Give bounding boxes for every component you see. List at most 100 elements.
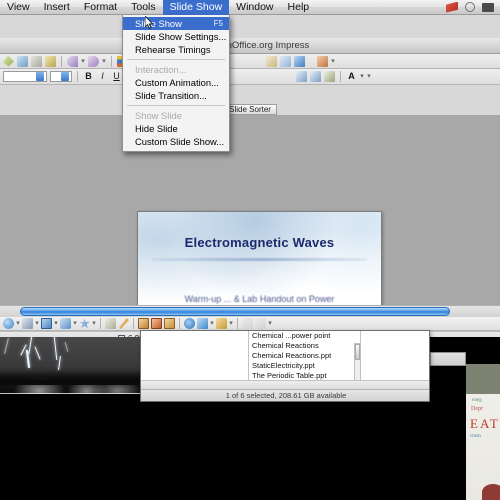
menu-bar[interactable]: View Insert Format Tools Slide Show Wind… (0, 0, 500, 15)
font-color-dropdown-icon[interactable]: ▾ (360, 71, 364, 82)
menu-item-show-slide: Show Slide (123, 109, 229, 122)
redo-icon[interactable] (88, 55, 99, 67)
standard-toolbar[interactable]: ▾ ▾ ▾ (0, 54, 500, 69)
airport-icon[interactable] (446, 1, 458, 13)
display-icon[interactable] (482, 2, 494, 12)
position-icon (118, 334, 125, 337)
increase-indent-icon[interactable] (296, 71, 307, 82)
insert-chart-icon[interactable] (164, 318, 175, 329)
slide-canvas[interactable]: Electromagnetic Waves Warm-up ... & Lab … (0, 115, 500, 337)
rotate-icon[interactable] (105, 318, 116, 329)
slide-show-menu[interactable]: Slide Show F5 Slide Show Settings... Reh… (122, 15, 230, 152)
callout-icon[interactable] (60, 318, 71, 329)
background-window-edge (430, 352, 466, 366)
pen-icon[interactable] (119, 318, 129, 329)
chevron-down-icon[interactable]: ▾ (54, 318, 58, 329)
toolbar-overflow-icon[interactable]: ▾ (331, 56, 335, 67)
slide-title-text[interactable]: Electromagnetic Waves (138, 235, 381, 250)
font-name-combo[interactable] (3, 71, 47, 82)
chevron-down-icon[interactable]: ▾ (210, 318, 214, 329)
menu-help[interactable]: Help (281, 0, 317, 15)
chevron-down-icon[interactable]: ▾ (229, 318, 233, 329)
menu-separator (127, 59, 225, 60)
helplines-icon[interactable] (280, 55, 291, 67)
finder-file-list[interactable]: Chemical ...power point Chemical Reactio… (249, 331, 360, 381)
underline-button[interactable]: U (111, 71, 122, 82)
chevron-down-icon[interactable] (36, 72, 44, 81)
line-spacing-icon[interactable] (324, 71, 335, 82)
font-size-combo[interactable] (50, 71, 72, 82)
finder-window[interactable]: Chemical ...power point Chemical Reactio… (140, 330, 430, 402)
menu-item-custom-slide-show[interactable]: Custom Slide Show... (123, 135, 229, 148)
menu-item-label: Rehearse Timings (135, 44, 211, 55)
undo-dropdown-icon[interactable]: ▾ (81, 56, 85, 67)
extrusion-icon[interactable] (216, 318, 227, 329)
shadow-icon[interactable] (242, 318, 253, 329)
decrease-indent-icon[interactable] (310, 71, 321, 82)
tab-slide-sorter[interactable]: Slide Sorter (224, 104, 277, 115)
toolbar-separator (179, 318, 180, 329)
menu-item-label: Custom Slide Show... (135, 136, 225, 147)
select-icon[interactable] (3, 318, 14, 329)
finder-horizontal-scrollbar[interactable] (141, 380, 429, 389)
toolbar-overflow-icon[interactable]: ▾ (268, 318, 272, 329)
chevron-down-icon[interactable]: ▾ (35, 318, 39, 329)
chevron-down-icon[interactable]: ▾ (73, 318, 77, 329)
finder-status-bar: 1 of 6 selected, 208.61 GB available (141, 389, 429, 401)
font-color-icon[interactable]: A (346, 71, 357, 82)
drawing-toolbar[interactable]: ▾ ▾ ▾ ▾ ▾ ▾ ▾ ▾ (0, 317, 500, 331)
menu-window[interactable]: Window (229, 0, 280, 15)
list-item[interactable]: Chemical Reactions (249, 341, 360, 351)
line-icon[interactable] (22, 318, 33, 329)
chevron-down-icon[interactable]: ▾ (16, 318, 20, 329)
copy-icon[interactable] (17, 55, 28, 67)
screen: elleg Depr EAT chem lp – OpenOffice.org … (0, 0, 500, 500)
menu-bar-extras[interactable] (446, 1, 500, 13)
horizontal-scrollbar[interactable] (0, 305, 500, 317)
paste-icon[interactable] (31, 55, 42, 67)
menu-item-hide-slide[interactable]: Hide Slide (123, 122, 229, 135)
rectangle-icon[interactable] (41, 318, 52, 329)
clock-icon[interactable] (465, 2, 475, 12)
menu-tools[interactable]: Tools (124, 0, 163, 15)
gallery-icon[interactable] (317, 55, 328, 67)
menu-insert[interactable]: Insert (37, 0, 77, 15)
impress-window: lp – OpenOffice.org Impress ▾ ▾ ▾ B I U … (0, 15, 500, 337)
chevron-down-icon[interactable] (61, 72, 69, 81)
bold-button[interactable]: B (83, 71, 94, 82)
undo-icon[interactable] (67, 55, 78, 67)
menu-item-custom-animation[interactable]: Custom Animation... (123, 76, 229, 89)
menu-slide-show[interactable]: Slide Show (162, 0, 230, 15)
horizontal-scrollbar-thumb[interactable] (20, 307, 450, 316)
menu-item-slide-show[interactable]: Slide Show F5 (123, 17, 229, 30)
list-item[interactable]: Chemical Reactions.ppt (249, 351, 360, 361)
menu-view[interactable]: View (0, 0, 37, 15)
cut-icon[interactable] (3, 55, 14, 67)
list-item[interactable]: Chemical ...power point (249, 331, 360, 341)
redo-dropdown-icon[interactable]: ▾ (102, 56, 106, 67)
clone-formatting-icon[interactable] (45, 55, 56, 67)
finder-status-text: 1 of 6 selected, 208.61 GB available (225, 391, 347, 400)
chevron-down-icon[interactable]: ▾ (92, 318, 96, 329)
whiteboard-scribble-2: Depr (471, 406, 483, 412)
list-item[interactable]: StaticElectricity.ppt (249, 361, 360, 371)
menu-item-rehearse-timings[interactable]: Rehearse Timings (123, 43, 229, 56)
display-grid-icon[interactable] (266, 55, 277, 67)
insert-image-icon[interactable] (294, 55, 305, 67)
formatting-toolbar[interactable]: B I U A A ▾ ▾ (0, 69, 500, 85)
slide-subtitle-text[interactable]: Warm-up ... & Lab Handout on Power (138, 294, 381, 304)
from-file-icon[interactable] (197, 318, 208, 329)
italic-button[interactable]: I (97, 71, 108, 82)
whiteboard-photo: elleg Depr EAT chem (466, 364, 500, 500)
star-icon[interactable] (79, 318, 90, 329)
crop-icon[interactable] (255, 318, 266, 329)
toolbar-overflow-icon[interactable]: ▾ (367, 71, 371, 82)
insert-media-icon[interactable] (151, 318, 162, 329)
finder-vertical-scrollbar-thumb[interactable] (355, 344, 360, 360)
menu-item-slide-show-settings[interactable]: Slide Show Settings... (123, 30, 229, 43)
insert-image-icon[interactable] (138, 318, 149, 329)
menu-format[interactable]: Format (77, 0, 124, 15)
menu-item-label: Custom Animation... (135, 77, 219, 88)
fontwork-icon[interactable] (184, 318, 195, 329)
menu-item-slide-transition[interactable]: Slide Transition... (123, 89, 229, 102)
